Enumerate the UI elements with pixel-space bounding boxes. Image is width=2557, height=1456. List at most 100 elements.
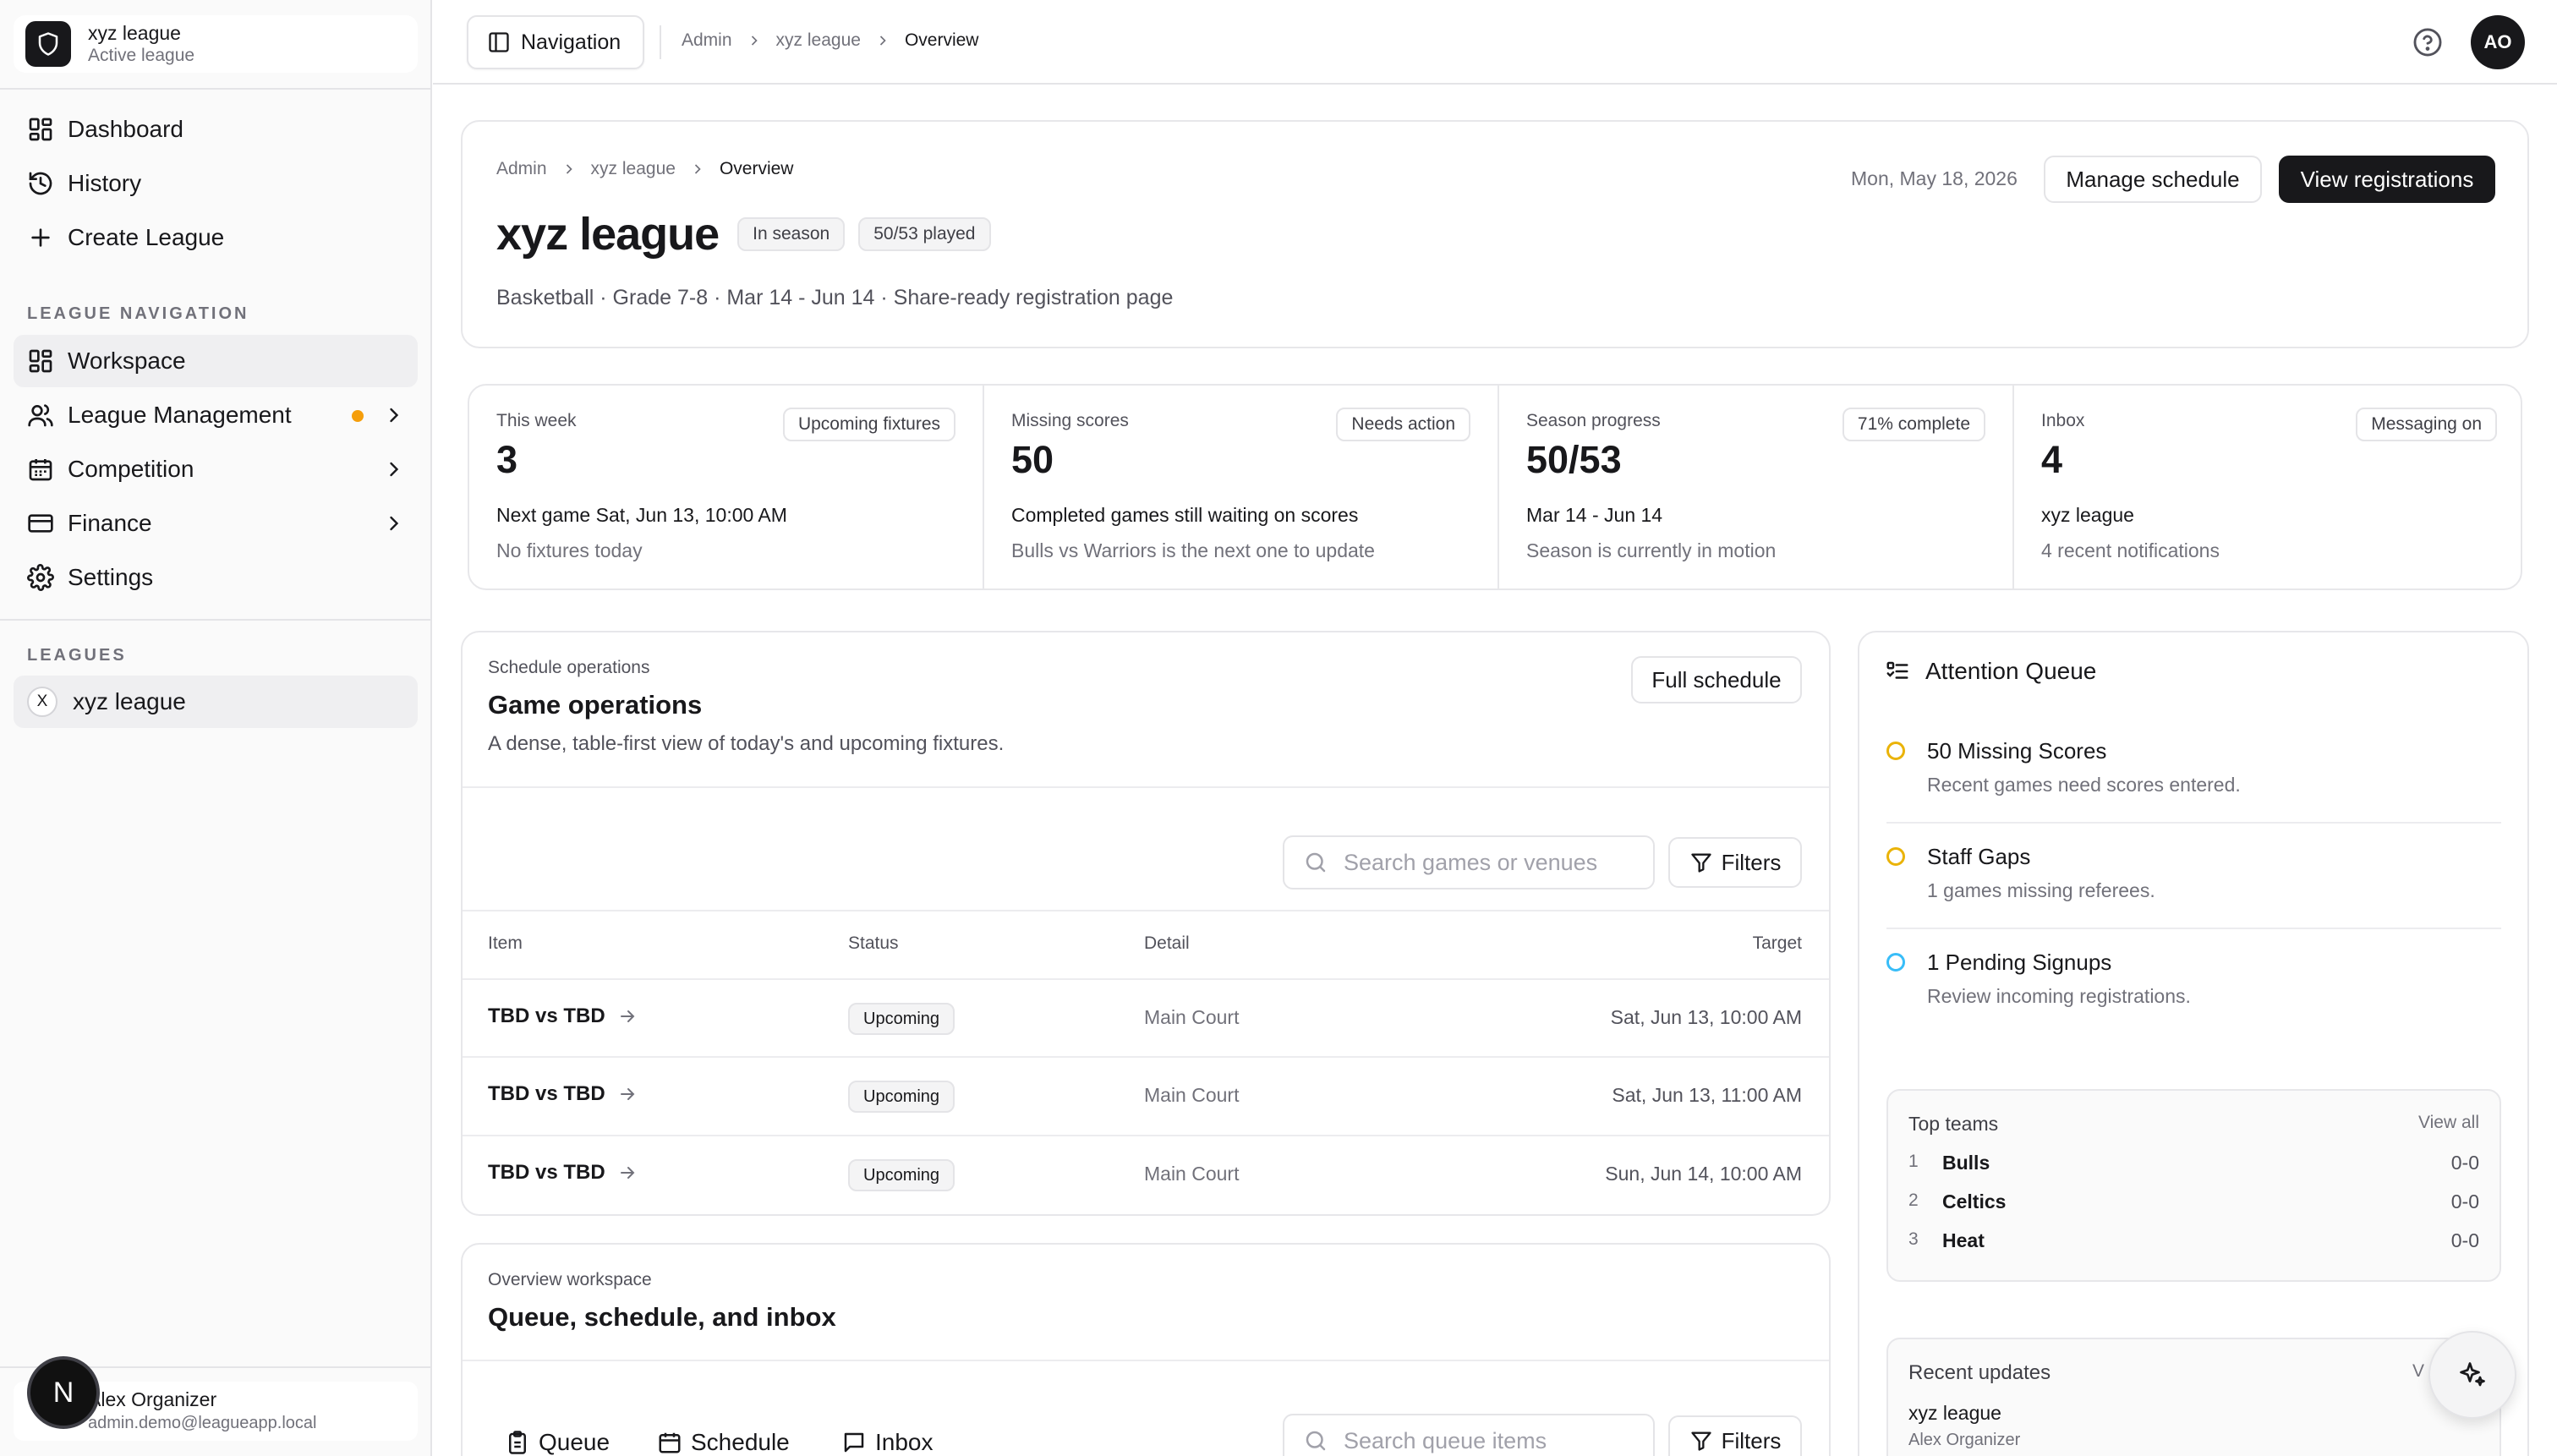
recent-updates-title: Recent updates bbox=[1908, 1361, 2051, 1384]
team-rank: 3 bbox=[1908, 1229, 1919, 1249]
notification-dot bbox=[352, 410, 364, 422]
divider bbox=[463, 1135, 1829, 1136]
stat-subtext: Bulls vs Warriors is the next one to upd… bbox=[1011, 539, 1375, 561]
league-switcher-name: xyz league bbox=[88, 22, 181, 44]
sidebar-item-create-league[interactable]: Create League bbox=[14, 211, 418, 264]
info-status-dot bbox=[1886, 953, 1905, 972]
navigation-toggle-button[interactable]: Navigation bbox=[467, 15, 644, 69]
venue: Main Court bbox=[1144, 1084, 1240, 1106]
sidebar-item-label: Finance bbox=[68, 510, 152, 536]
sidebar-item-league-xyz[interactable]: X xyz league bbox=[14, 676, 418, 728]
chevron-right-icon bbox=[390, 516, 399, 531]
stat-label: Missing scores bbox=[1011, 411, 1129, 430]
view-all-link[interactable]: V bbox=[2412, 1361, 2424, 1382]
warning-status-dot bbox=[1886, 847, 1905, 866]
divider bbox=[463, 1056, 1829, 1058]
help-icon[interactable] bbox=[2412, 26, 2444, 58]
breadcrumb-link-admin[interactable]: Admin bbox=[682, 30, 732, 51]
credit-card-icon bbox=[28, 514, 53, 533]
tab-label: Schedule bbox=[691, 1429, 790, 1455]
divider bbox=[1886, 928, 2501, 929]
table-row-item-link[interactable]: TBD vs TBD bbox=[488, 1004, 638, 1028]
sidebar-item-settings[interactable]: Settings bbox=[14, 551, 418, 604]
view-all-link[interactable]: View all bbox=[2418, 1113, 2479, 1133]
stat-season-progress: Season progress 50/53 71% complete Mar 1… bbox=[1499, 386, 2012, 588]
top-teams-title: Top teams bbox=[1908, 1113, 1999, 1135]
search-input[interactable] bbox=[1344, 1427, 1631, 1454]
team-rank: 1 bbox=[1908, 1152, 1919, 1171]
filters-button[interactable]: Filters bbox=[1668, 837, 1802, 888]
warning-status-dot bbox=[1886, 742, 1905, 760]
top-teams-panel: Top teams View all 1 Bulls 0-0 2 Celtics… bbox=[1886, 1089, 2501, 1282]
league-subtitle: Basketball · Grade 7-8 · Mar 14 - Jun 14… bbox=[496, 286, 1174, 309]
history-icon bbox=[29, 172, 52, 195]
stat-badge: Messaging on bbox=[2356, 408, 2497, 441]
tab-inbox[interactable]: Inbox bbox=[841, 1429, 934, 1456]
stat-value: 50/53 bbox=[1526, 438, 1622, 481]
attention-item-title[interactable]: 1 Pending Signups bbox=[1927, 950, 2111, 976]
stat-value: 4 bbox=[2041, 438, 2063, 481]
team-record: 0-0 bbox=[2450, 1191, 2479, 1212]
queue-search[interactable] bbox=[1283, 1414, 1655, 1456]
breadcrumb: Admin xyz league Overview bbox=[496, 159, 793, 179]
sidebar-item-competition[interactable]: Competition bbox=[14, 443, 418, 495]
update-author: Alex Organizer bbox=[1908, 1431, 2021, 1449]
assistant-fab[interactable] bbox=[2428, 1331, 2516, 1419]
sidebar-item-league-management[interactable]: League Management bbox=[14, 389, 418, 441]
chevron-right-icon bbox=[879, 36, 886, 46]
sidebar-item-label: League Management bbox=[68, 402, 292, 428]
game-time: Sun, Jun 14, 10:00 AM bbox=[1605, 1163, 1802, 1185]
chevron-right-icon bbox=[566, 164, 572, 174]
breadcrumb-link-league[interactable]: xyz league bbox=[591, 159, 676, 179]
league-switcher-status: Active league bbox=[88, 46, 195, 65]
section-eyebrow: Schedule operations bbox=[488, 658, 650, 677]
attention-item-title[interactable]: 50 Missing Scores bbox=[1927, 738, 2106, 764]
breadcrumb: Admin xyz league Overview bbox=[682, 30, 978, 51]
recent-updates-panel: Recent updates V xyz league Alex Organiz… bbox=[1886, 1338, 2501, 1456]
stat-label: Inbox bbox=[2041, 411, 2085, 430]
stat-value: 50 bbox=[1011, 438, 1054, 481]
sidebar-item-workspace[interactable]: Workspace bbox=[14, 335, 418, 387]
sparkles-icon bbox=[2460, 1362, 2485, 1387]
stat-label: Season progress bbox=[1526, 411, 1661, 430]
table-row-item-link[interactable]: TBD vs TBD bbox=[488, 1082, 638, 1106]
stat-badge: Needs action bbox=[1336, 408, 1470, 441]
full-schedule-button[interactable]: Full schedule bbox=[1631, 656, 1802, 703]
breadcrumb-current: Overview bbox=[719, 159, 794, 178]
league-switcher[interactable]: xyz league Active league bbox=[14, 15, 418, 73]
avatar[interactable]: AO bbox=[2471, 15, 2525, 69]
sidebar-item-finance[interactable]: Finance bbox=[14, 497, 418, 550]
filter-icon bbox=[1690, 1431, 1711, 1451]
breadcrumb-link-admin[interactable]: Admin bbox=[496, 159, 547, 179]
table-row-item-link[interactable]: TBD vs TBD bbox=[488, 1161, 638, 1185]
tab-schedule[interactable]: Schedule bbox=[657, 1429, 790, 1456]
sidebar-item-history[interactable]: History bbox=[14, 157, 418, 210]
stat-missing-scores: Missing scores 50 Needs action Completed… bbox=[984, 386, 1498, 588]
dev-tools-badge[interactable]: N bbox=[30, 1360, 96, 1426]
manage-schedule-button[interactable]: Manage schedule bbox=[2044, 156, 2262, 203]
sidebar-panel-icon bbox=[489, 32, 509, 52]
attention-item-title[interactable]: Staff Gaps bbox=[1927, 844, 2030, 870]
league-initial-chip: X bbox=[27, 687, 57, 717]
games-search[interactable] bbox=[1283, 835, 1655, 889]
column-header-status: Status bbox=[848, 933, 899, 953]
section-title: Queue, schedule, and inbox bbox=[488, 1302, 836, 1332]
search-icon bbox=[1306, 1431, 1326, 1451]
fixture-name: TBD vs TBD bbox=[488, 1161, 605, 1184]
sidebar-item-dashboard[interactable]: Dashboard bbox=[14, 103, 418, 156]
calendar-icon bbox=[659, 1432, 681, 1453]
breadcrumb-link-league[interactable]: xyz league bbox=[776, 30, 861, 51]
status-badge: Upcoming bbox=[848, 1081, 955, 1113]
team-name: Bulls bbox=[1942, 1152, 1990, 1174]
tab-queue[interactable]: Queue bbox=[505, 1429, 610, 1456]
filters-button[interactable]: Filters bbox=[1668, 1415, 1802, 1456]
view-registrations-button[interactable]: View registrations bbox=[2279, 156, 2495, 203]
search-input[interactable] bbox=[1344, 849, 1631, 876]
breadcrumb-current: Overview bbox=[904, 30, 979, 50]
sidebar-item-label: xyz league bbox=[73, 688, 186, 714]
chevron-right-icon bbox=[694, 164, 701, 174]
fixture-name: TBD vs TBD bbox=[488, 1082, 605, 1105]
divider bbox=[463, 786, 1829, 788]
divider bbox=[463, 910, 1829, 911]
column-header-item: Item bbox=[488, 933, 523, 953]
